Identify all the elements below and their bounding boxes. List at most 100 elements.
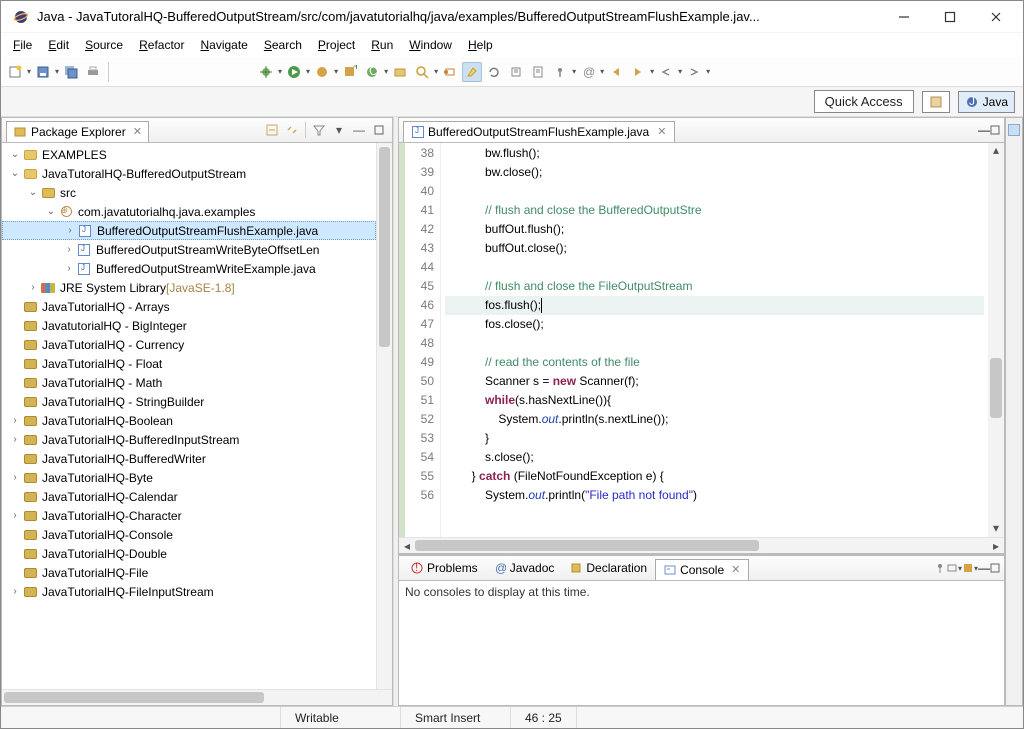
new-package-button[interactable]: + [340,62,360,82]
vertical-scrollbar[interactable] [376,143,392,689]
editor-horizontal-scrollbar[interactable]: ◂▸ [399,537,1004,553]
tree-item[interactable]: JavaTutorialHQ - Currency [2,335,376,354]
save-button[interactable] [33,62,53,82]
outline-button[interactable] [506,62,526,82]
dropdown-icon[interactable]: ▾ [706,67,710,76]
tree-item[interactable]: ›JRE System Library [JavaSE-1.8] [2,278,376,297]
maximize-button[interactable] [927,1,973,33]
tree-item[interactable]: ›JavaTutorialHQ-Byte [2,468,376,487]
menu-refactor[interactable]: Refactor [131,35,192,55]
new-button[interactable] [5,62,25,82]
console-tab[interactable]: Console✕ [655,559,749,580]
highlight-button[interactable] [462,62,482,82]
tree-item[interactable]: JavaTutorialHQ-Calendar [2,487,376,506]
dropdown-icon[interactable]: ▾ [384,67,388,76]
tree-item[interactable]: ›JavaTutorialHQ-BufferedInputStream [2,430,376,449]
console-display-button[interactable] [946,562,958,574]
tree-item[interactable]: ›BufferedOutputStreamFlushExample.java [2,221,376,240]
collapse-all-button[interactable] [263,121,281,139]
tree-item[interactable]: ⌄src [2,183,376,202]
minimize-pane-button[interactable]: — [350,121,368,139]
minimize-console-button[interactable]: — [978,561,990,575]
annotation-button[interactable]: @ [578,62,598,82]
maximize-pane-button[interactable] [370,121,388,139]
debug-button[interactable] [256,62,276,82]
horizontal-scrollbar[interactable] [2,689,392,705]
close-icon[interactable]: ✕ [133,125,142,138]
dropdown-icon[interactable]: ▾ [334,67,338,76]
tree-item[interactable]: JavatutorialHQ - BigInteger [2,316,376,335]
tree-item[interactable]: ⌄JavaTutoralHQ-BufferedOutputStream [2,164,376,183]
menu-source[interactable]: Source [77,35,131,55]
coverage-button[interactable] [312,62,332,82]
dropdown-icon[interactable]: ▾ [572,67,576,76]
menu-window[interactable]: Window [401,35,460,55]
print-button[interactable] [83,62,103,82]
forward-button[interactable] [628,62,648,82]
dropdown-icon[interactable]: ▾ [678,67,682,76]
console-open-button[interactable] [962,562,974,574]
minimize-button[interactable] [881,1,927,33]
new-class-button[interactable]: C [362,62,382,82]
save-all-button[interactable] [61,62,81,82]
tree-item[interactable]: JavaTutorialHQ-File [2,563,376,582]
dropdown-icon[interactable]: ▾ [306,67,310,76]
tree-item[interactable]: JavaTutorialHQ-Double [2,544,376,563]
perspective-switcher[interactable] [922,91,950,113]
outline-stub-icon[interactable] [1008,124,1020,136]
tree-item[interactable]: JavaTutorialHQ - StringBuilder [2,392,376,411]
minimized-view-strip[interactable] [1005,117,1023,706]
tree-item[interactable]: ⌄com.javatutorialhq.java.examples [2,202,376,221]
menu-search[interactable]: Search [256,35,310,55]
menu-edit[interactable]: Edit [40,35,77,55]
editor-tab[interactable]: BufferedOutputStreamFlushExample.java ✕ [403,121,675,142]
editor-body[interactable]: 38394041424344454647484950515253545556 b… [399,143,1004,537]
declaration-tab[interactable]: Declaration [562,558,655,578]
dropdown-icon[interactable]: ▾ [55,67,59,76]
menu-project[interactable]: Project [310,35,363,55]
dropdown-icon[interactable]: ▾ [27,67,31,76]
java-perspective[interactable]: J Java [958,91,1015,113]
maximize-editor-button[interactable] [990,125,1000,135]
toggle-button[interactable] [440,62,460,82]
code-area[interactable]: bw.flush(); bw.close(); // flush and clo… [441,143,988,537]
close-icon[interactable]: ✕ [731,563,740,576]
close-icon[interactable]: ✕ [657,125,666,138]
refresh-button[interactable] [484,62,504,82]
view-menu-button[interactable]: ▾ [330,121,348,139]
tree-item[interactable]: ›BufferedOutputStreamWriteExample.java [2,259,376,278]
menu-navigate[interactable]: Navigate [192,35,255,55]
dropdown-icon[interactable]: ▾ [434,67,438,76]
quick-access-input[interactable]: Quick Access [814,90,914,113]
tree-item[interactable]: JavaTutorialHQ - Math [2,373,376,392]
undo-nav-button[interactable] [656,62,676,82]
console-pin-button[interactable] [934,562,946,574]
dropdown-icon[interactable]: ▾ [600,67,604,76]
menu-run[interactable]: Run [363,35,401,55]
pin-button[interactable] [550,62,570,82]
tree-item[interactable]: JavaTutorialHQ - Float [2,354,376,373]
back-button[interactable] [606,62,626,82]
filters-button[interactable] [310,121,328,139]
javadoc-tab[interactable]: @Javadoc [486,558,563,578]
menu-help[interactable]: Help [460,35,501,55]
tree-item[interactable]: JavaTutorialHQ - Arrays [2,297,376,316]
dropdown-icon[interactable]: ▾ [278,67,282,76]
tree-item[interactable]: JavaTutorialHQ-BufferedWriter [2,449,376,468]
tree-item[interactable]: JavaTutorialHQ-Console [2,525,376,544]
maximize-console-button[interactable] [990,563,1000,573]
minimize-editor-button[interactable]: — [978,123,990,137]
dropdown-icon[interactable]: ▾ [650,67,654,76]
link-editor-button[interactable] [283,121,301,139]
problems-tab[interactable]: !Problems [403,558,486,578]
tree-item[interactable]: ›JavaTutorialHQ-FileInputStream [2,582,376,601]
package-explorer-tab[interactable]: Package Explorer ✕ [6,121,149,142]
tree-item[interactable]: ›JavaTutorialHQ-Boolean [2,411,376,430]
run-button[interactable] [284,62,304,82]
redo-nav-button[interactable] [684,62,704,82]
tree-item[interactable]: ⌄EXAMPLES [2,145,376,164]
search-button[interactable] [412,62,432,82]
package-explorer-tree[interactable]: ⌄EXAMPLES⌄JavaTutoralHQ-BufferedOutputSt… [2,143,392,689]
open-type-button[interactable] [390,62,410,82]
tree-item[interactable]: ›BufferedOutputStreamWriteByteOffsetLen [2,240,376,259]
